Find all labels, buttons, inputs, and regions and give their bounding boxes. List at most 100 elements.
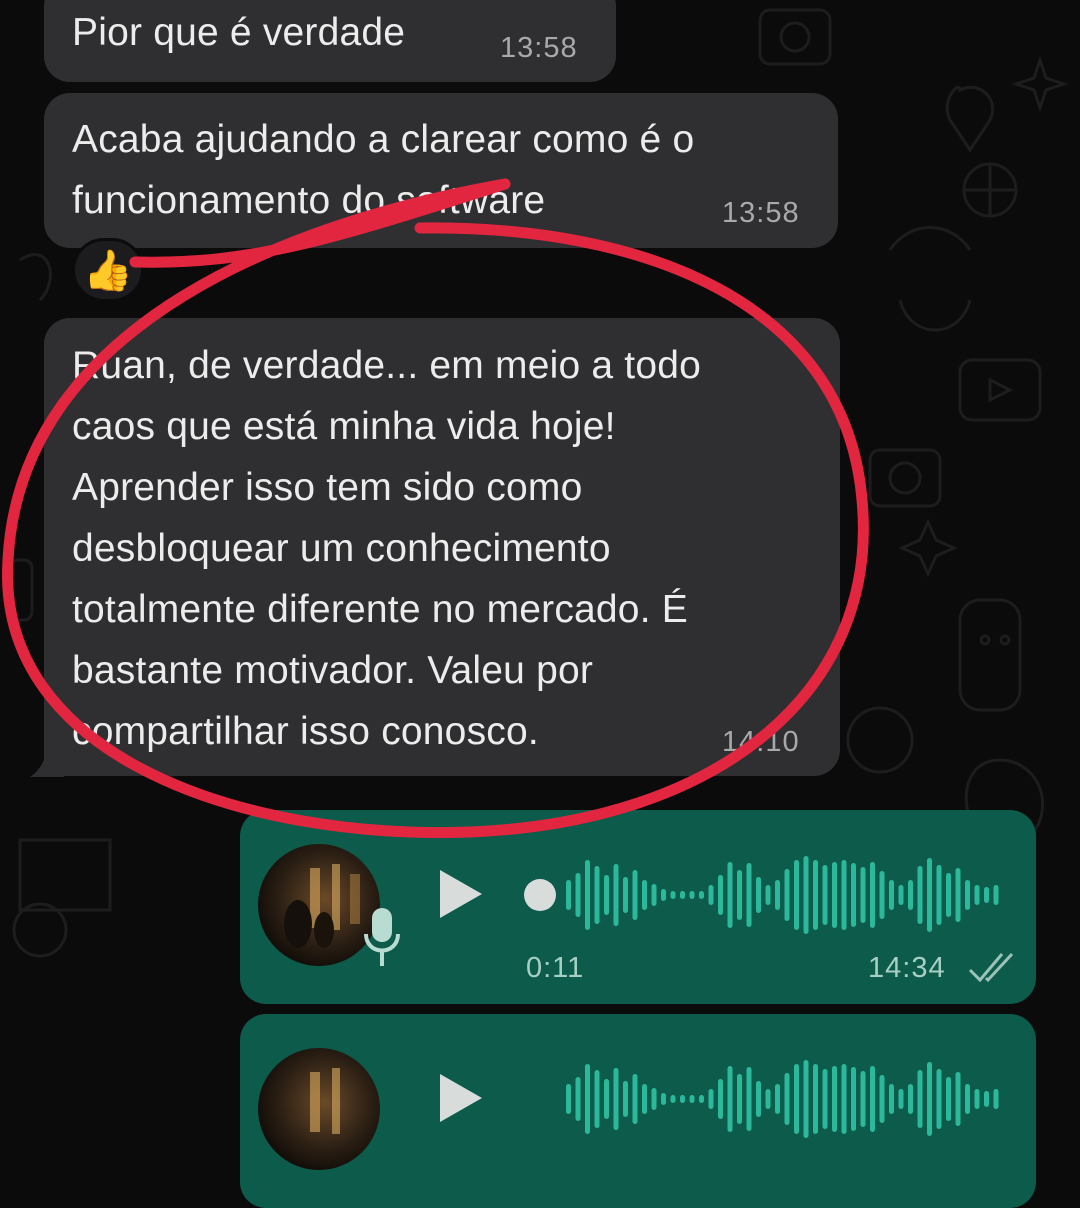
playhead (524, 879, 556, 911)
audio-waveform[interactable] (520, 850, 1000, 940)
message-time: 14:34 (868, 952, 946, 984)
message-text: Ruan, de verdade... em meio a todo caos … (72, 344, 702, 753)
waveform-bar (689, 1095, 695, 1103)
waveform-bar (908, 1084, 913, 1114)
waveform-bar (613, 864, 619, 926)
waveform-bar (851, 1067, 856, 1131)
waveform-bar (566, 1084, 571, 1114)
waveform-bar (946, 1077, 951, 1121)
waveform-bar (613, 1068, 619, 1130)
waveform-bar (955, 868, 961, 922)
waveform-bar (566, 880, 571, 910)
waveform-bar (803, 1060, 809, 1138)
waveform-bar (965, 1084, 970, 1114)
waveform-bar (765, 1089, 771, 1109)
waveform-bar (851, 863, 856, 927)
bubble-tail (30, 735, 64, 777)
waveform-bar (946, 873, 951, 917)
waveform-bar (575, 1077, 581, 1121)
waveform-bar (965, 880, 970, 910)
voice-message-bubble[interactable] (240, 1014, 1036, 1208)
waveform-bar (860, 867, 866, 923)
waveform-bar (661, 889, 666, 901)
waveform-bar (727, 862, 733, 928)
waveform-bar (784, 869, 790, 921)
double-check-icon (968, 952, 1014, 983)
waveform-bar (670, 891, 676, 899)
waveform-bar (689, 891, 695, 899)
waveform-bar (642, 1084, 647, 1114)
waveform-bar (623, 877, 628, 913)
waveform-bar (680, 891, 685, 899)
incoming-message-bubble[interactable]: Acaba ajudando a clarear como é o funcio… (44, 93, 838, 248)
incoming-message-bubble[interactable]: Pior que é verdade 13:58 (44, 0, 616, 82)
waveform-bar (813, 860, 818, 930)
message-text: Acaba ajudando a clarear como é o funcio… (72, 118, 695, 222)
waveform-bar (632, 870, 638, 920)
waveform-bar (708, 1089, 714, 1109)
waveform-bar (604, 875, 609, 915)
waveform-bar (832, 1066, 837, 1132)
waveform-bar (889, 1084, 894, 1114)
waveform-bar (955, 1072, 961, 1126)
waveform-bar (623, 1081, 628, 1117)
waveform-bar (974, 1089, 980, 1109)
waveform-bar (632, 1074, 638, 1124)
waveform-bar (737, 1074, 742, 1124)
avatar[interactable] (258, 1048, 380, 1170)
waveform-bar (879, 1075, 885, 1123)
waveform-bar (993, 885, 999, 905)
waveform-bar (594, 866, 600, 924)
waveform-bar (860, 1071, 866, 1127)
waveform-bar (879, 871, 885, 919)
waveform-bar (746, 863, 752, 927)
waveform-bar (813, 1064, 818, 1134)
waveform-bar (651, 884, 657, 906)
waveform-bar (737, 870, 742, 920)
waveform-bar (898, 885, 904, 905)
waveform-bar (651, 1088, 657, 1110)
waveform-bar (927, 1062, 932, 1136)
waveform-bar (604, 1079, 609, 1119)
waveform-bar (841, 1064, 847, 1134)
waveform-bar (727, 1066, 733, 1132)
waveform-bar (765, 885, 771, 905)
message-time: 13:58 (722, 197, 800, 229)
waveform-bar (775, 1084, 780, 1114)
waveform-bar (585, 1064, 590, 1134)
message-text: Pior que é verdade (72, 11, 406, 54)
play-icon[interactable] (436, 868, 484, 920)
message-time: 13:58 (500, 32, 578, 64)
waveform-bar (708, 885, 714, 905)
waveform-bar (984, 887, 989, 903)
microphone-icon (364, 908, 400, 966)
waveform-bar (756, 877, 761, 913)
waveform-bar (594, 1070, 600, 1128)
waveform-bar (670, 1095, 676, 1103)
waveform-bar (575, 873, 581, 917)
thumbs-up-reaction[interactable]: 👍 (72, 238, 144, 302)
waveform-bar (718, 875, 723, 915)
waveform-bar (822, 1069, 828, 1129)
waveform-bar (680, 1095, 685, 1103)
waveform-bar (917, 866, 923, 924)
audio-waveform[interactable] (520, 1054, 1000, 1144)
waveform-bar (822, 865, 828, 925)
waveform-bar (870, 862, 875, 928)
waveform-bar (642, 880, 647, 910)
waveform-bar (936, 865, 942, 925)
thumbs-up-icon: 👍 (83, 248, 133, 293)
waveform-bar (775, 880, 780, 910)
waveform-bar (718, 1079, 723, 1119)
waveform-bar (936, 1069, 942, 1129)
waveform-bar (974, 885, 980, 905)
waveform-bar (889, 880, 894, 910)
waveform-bar (746, 1067, 752, 1131)
waveform-bar (984, 1091, 989, 1107)
waveform-bar (794, 1064, 799, 1134)
waveform-bar (908, 880, 913, 910)
voice-message-bubble[interactable]: 0:11 14:34 (240, 810, 1036, 1004)
waveform-bar (832, 862, 837, 928)
waveform-bar (699, 1095, 704, 1103)
incoming-message-bubble[interactable]: Ruan, de verdade... em meio a todo caos … (44, 318, 840, 776)
